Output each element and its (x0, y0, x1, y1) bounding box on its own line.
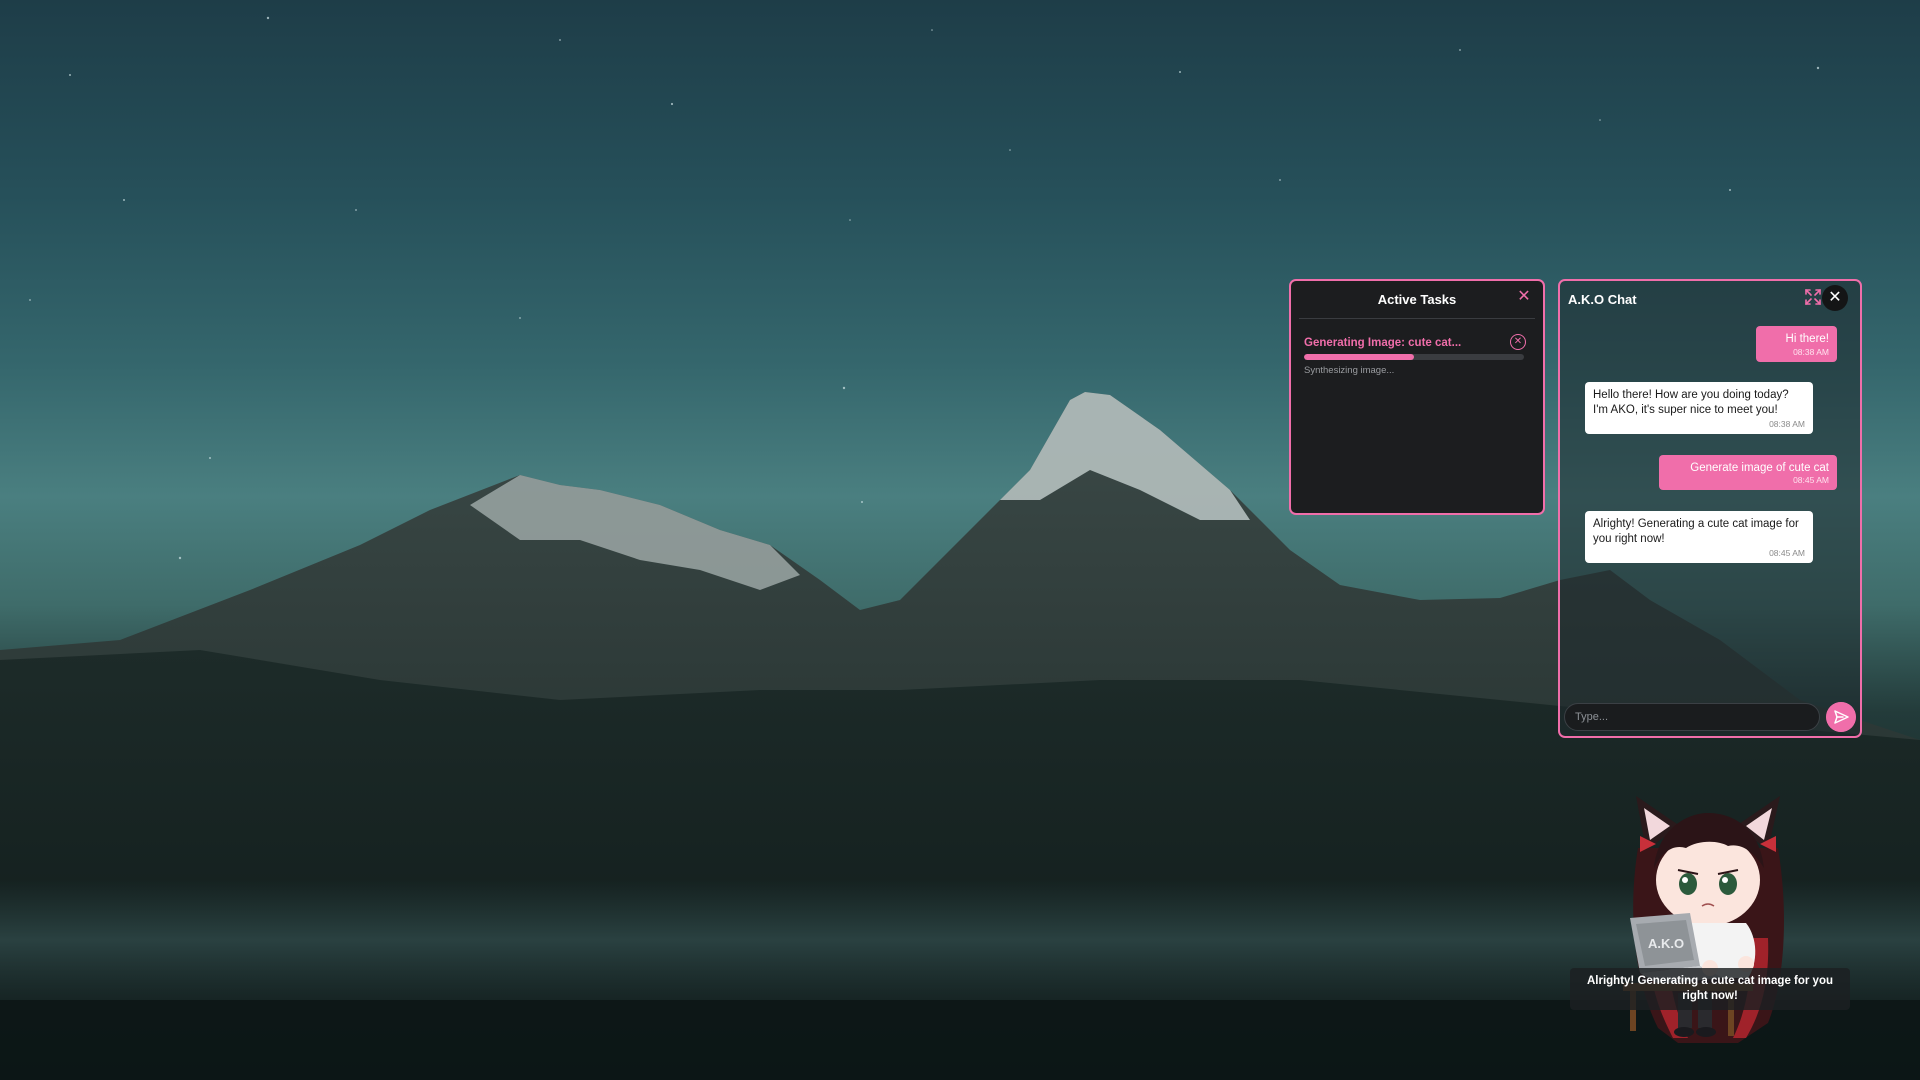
message-text: Hi there! (1785, 333, 1829, 345)
message-time: 08:45 AM (1793, 475, 1829, 485)
mascot-speech-bubble: Alrighty! Generating a cute cat image fo… (1570, 968, 1850, 1010)
stars (29, 16, 1820, 560)
message-text: Alrighty! Generating a cute cat image fo… (1593, 518, 1799, 545)
send-icon[interactable] (1826, 702, 1856, 732)
tasks-divider (1299, 318, 1535, 319)
mascot-character: A.K.O (1623, 796, 1784, 1043)
message-time: 08:38 AM (1793, 347, 1829, 357)
cancel-circle-icon[interactable]: ✕ (1510, 334, 1526, 350)
message-time: 08:45 AM (1769, 548, 1805, 558)
task-progress-bar (1304, 354, 1524, 360)
chat-message-bot: Alrighty! Generating a cute cat image fo… (1585, 511, 1813, 563)
chat-panel: A.K.O Chat ✕ Hi there! 08:38 AM Hello th… (1558, 279, 1862, 738)
tasks-close-icon[interactable]: ✕ (1515, 288, 1533, 306)
laptop-label: A.K.O (1648, 936, 1684, 951)
desktop: Active Tasks ✕ Generating Image: cute ca… (0, 0, 1920, 1080)
chat-message-user: Hi there! 08:38 AM (1756, 326, 1837, 362)
expand-icon[interactable] (1804, 288, 1822, 306)
task-title: Generating Image: cute cat... (1304, 337, 1462, 349)
tasks-panel-title: Active Tasks (1377, 292, 1457, 307)
chat-input-row (1564, 701, 1856, 733)
active-tasks-panel: Active Tasks ✕ Generating Image: cute ca… (1289, 279, 1545, 515)
chat-title: A.K.O Chat (1568, 292, 1637, 307)
message-text: Hello there! How are you doing today? I'… (1593, 389, 1789, 416)
task-item: Generating Image: cute cat... ✕ Synthesi… (1304, 334, 1529, 376)
chat-message-bot: Hello there! How are you doing today? I'… (1585, 382, 1813, 434)
chat-input[interactable] (1564, 703, 1820, 731)
chat-close-icon[interactable]: ✕ (1822, 285, 1848, 311)
task-status: Synthesizing image... (1304, 365, 1395, 376)
task-progress-fill (1304, 354, 1414, 360)
chat-message-user: Generate image of cute cat 08:45 AM (1659, 455, 1837, 490)
message-time: 08:38 AM (1769, 419, 1805, 429)
